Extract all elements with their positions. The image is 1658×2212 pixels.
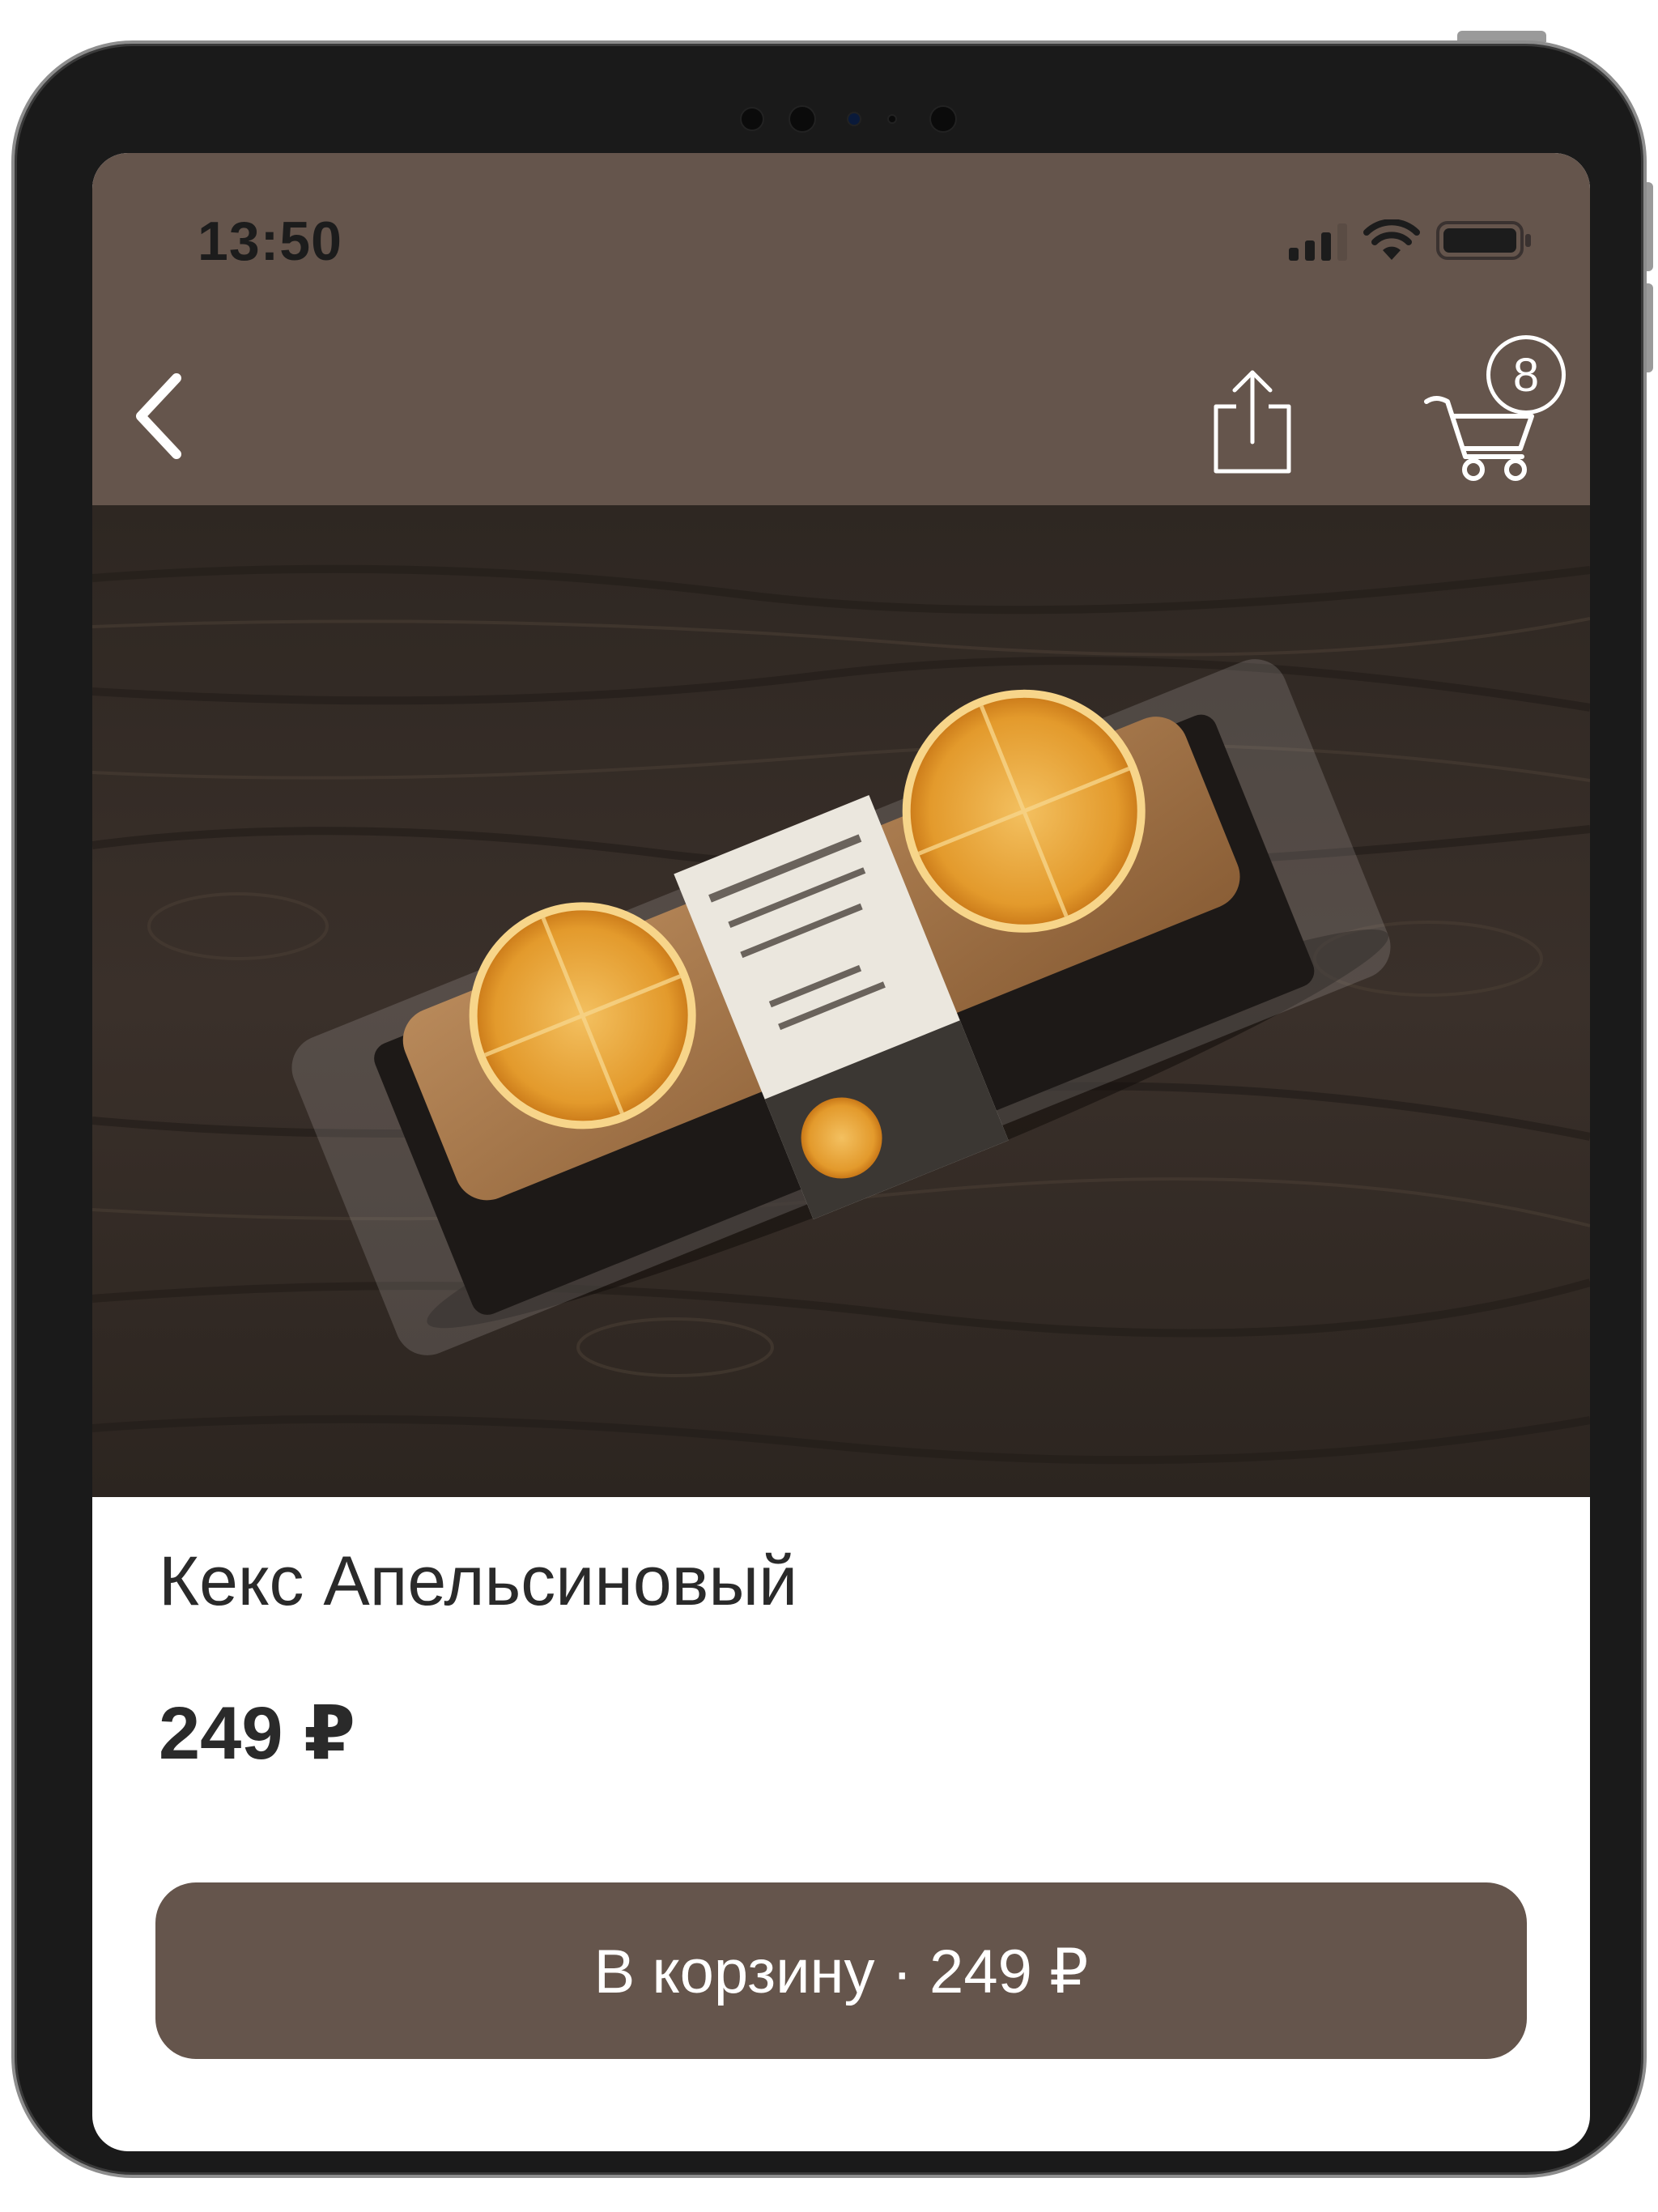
status-time: 13:50 <box>198 211 342 272</box>
device-frame: 13:50 8 Кекс Апельсиновый 249 ₽ В корзин… <box>11 40 1647 2178</box>
share-button[interactable] <box>1208 368 1297 477</box>
add-to-cart-label: В корзину · 249 ₽ <box>593 1937 1089 2006</box>
chevron-left-icon <box>136 373 181 459</box>
wifi-icon <box>1363 219 1420 260</box>
product-title: Кекс Апельсиновый <box>159 1542 798 1620</box>
app-screen: 13:50 8 Кекс Апельсиновый 249 ₽ В корзин… <box>92 153 1590 2151</box>
product-photo <box>92 505 1590 1497</box>
cart-button[interactable]: 8 <box>1420 335 1566 485</box>
share-icon <box>1214 370 1291 474</box>
cellular-signal-icon <box>1289 220 1347 261</box>
camera-sensors <box>719 102 978 134</box>
add-to-cart-button[interactable]: В корзину · 249 ₽ <box>155 1882 1527 2059</box>
cart-count-badge: 8 <box>1486 335 1566 415</box>
back-button[interactable] <box>121 364 194 469</box>
top-bar: 13:50 8 <box>92 153 1590 505</box>
status-icons <box>1289 216 1533 265</box>
product-price: 249 ₽ <box>159 1692 356 1775</box>
battery-icon <box>1436 221 1531 260</box>
